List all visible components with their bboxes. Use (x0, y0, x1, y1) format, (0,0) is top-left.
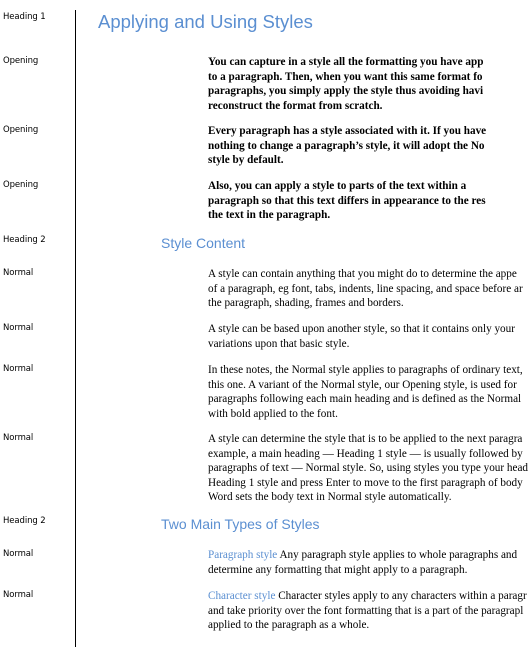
text-line: example, a main heading — Heading 1 styl… (208, 447, 523, 460)
style-label-normal[interactable]: Normal (3, 590, 33, 600)
normal-paragraph: A style can be based upon another style,… (208, 322, 528, 351)
text-line: the paragraph, shading, frames and borde… (208, 297, 404, 309)
normal-paragraph: Paragraph style Any paragraph style appl… (208, 548, 528, 577)
text-line: and take priority over the font formatti… (208, 604, 524, 617)
text-line: Every paragraph has a style associated w… (208, 125, 487, 137)
text-line: the text in the paragraph. (208, 209, 331, 221)
text-line: A style can contain anything that you mi… (208, 268, 517, 280)
text-line: determine any formatting that might appl… (208, 563, 468, 576)
text-line: nothing to change a paragraph’s style, i… (208, 139, 485, 152)
style-label-normal[interactable]: Normal (3, 323, 33, 333)
text-line: style by default. (208, 154, 284, 166)
text-line: to a paragraph. Then, when you want this… (208, 70, 483, 83)
text-line: applied to the paragraph as a whole. (208, 619, 370, 631)
style-label-heading2[interactable]: Heading 2 (3, 516, 46, 526)
style-label-normal[interactable]: Normal (3, 549, 33, 559)
text-run: Character styles apply to any characters… (275, 590, 527, 602)
text-line: Also, you can apply a style to parts of … (208, 180, 467, 192)
style-label-opening[interactable]: Opening (3, 56, 38, 66)
character-style-run: Character style (208, 590, 276, 602)
normal-paragraph: A style can contain anything that you mi… (208, 267, 528, 311)
text-line: paragraph so that this text differs in a… (208, 194, 486, 207)
text-line: A style can be based upon another style,… (208, 323, 515, 335)
style-label-normal[interactable]: Normal (3, 268, 33, 278)
text-line: paragraphs of text — Normal style. So, u… (208, 462, 528, 474)
character-style-run: Paragraph style (208, 549, 278, 561)
opening-paragraph: Every paragraph has a style associated w… (208, 124, 528, 168)
text-line: In these notes, the Normal style applies… (208, 364, 523, 376)
text-line: with bold applied to the font. (208, 407, 338, 420)
text-line: Paragraph style Any paragraph style appl… (208, 548, 528, 563)
style-label-opening[interactable]: Opening (3, 180, 38, 190)
normal-paragraph: In these notes, the Normal style applies… (208, 363, 528, 421)
heading-2-two-main-types: Two Main Types of Styles (161, 516, 320, 532)
text-line: Word sets the body text in Normal style … (208, 491, 452, 503)
text-line: Character style Character styles apply t… (208, 589, 528, 604)
text-line: variations upon that basic style. (208, 337, 350, 350)
text-line: A style can determine the style that is … (208, 433, 523, 445)
opening-paragraph: You can capture in a style all the forma… (208, 55, 528, 113)
text-line: Heading 1 style and press Enter to move … (208, 476, 523, 489)
text-line: reconstruct the format from scratch. (208, 99, 383, 112)
document-body[interactable]: Applying and Using Styles You can captur… (76, 0, 528, 647)
style-label-normal[interactable]: Normal (3, 433, 33, 443)
text-run: Any paragraph style applies to whole par… (277, 549, 518, 561)
style-label-normal[interactable]: Normal (3, 364, 33, 374)
style-area-pane: Heading 1 Opening Opening Opening Headin… (0, 0, 75, 647)
opening-paragraph: Also, you can apply a style to parts of … (208, 179, 528, 223)
heading-2-style-content: Style Content (161, 235, 246, 251)
style-label-heading2[interactable]: Heading 2 (3, 235, 46, 245)
normal-paragraph: Character style Character styles apply t… (208, 589, 528, 633)
heading-1: Applying and Using Styles (98, 11, 313, 32)
text-line: this one. A variant of the Normal style,… (208, 378, 517, 391)
text-line: paragraphs, you simply apply the style t… (208, 85, 484, 97)
style-label-heading1[interactable]: Heading 1 (3, 12, 46, 22)
normal-paragraph: A style can determine the style that is … (208, 432, 528, 505)
text-line: You can capture in a style all the forma… (208, 56, 484, 68)
text-line: paragraphs following each main heading a… (208, 393, 522, 405)
text-line: of a paragraph, eg font, tabs, indents, … (208, 282, 523, 295)
style-label-opening[interactable]: Opening (3, 125, 38, 135)
